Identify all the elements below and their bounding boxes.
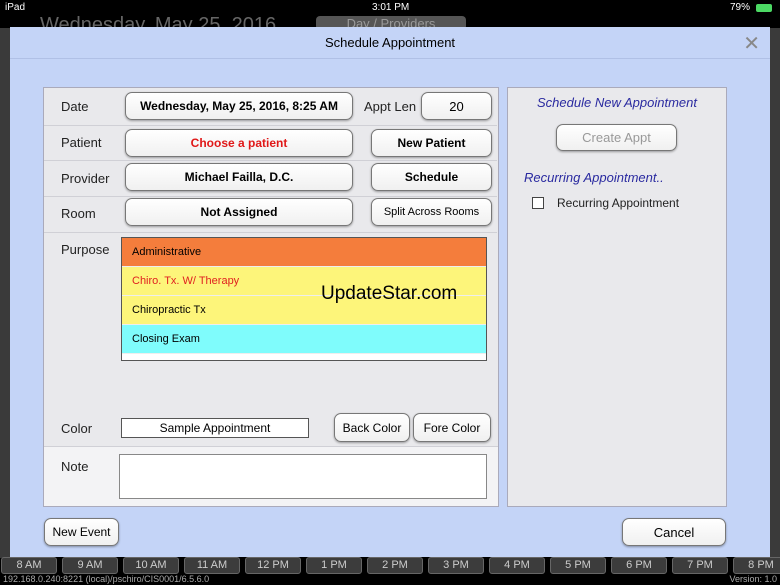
close-icon[interactable]: ✕	[743, 31, 760, 56]
split-rooms-button[interactable]: Split Across Rooms	[371, 198, 492, 226]
battery-icon	[756, 4, 772, 12]
recurring-checkbox[interactable]	[532, 197, 544, 209]
time-slot-button[interactable]: 11 AM	[184, 557, 240, 574]
battery-percent: 79%	[730, 2, 751, 13]
time-slot-button[interactable]: 9 AM	[62, 557, 118, 574]
room-button[interactable]: Not Assigned	[125, 198, 353, 226]
provider-button[interactable]: Michael Failla, D.C.	[125, 163, 353, 191]
appt-len-button[interactable]: 20	[421, 92, 492, 120]
new-event-button[interactable]: New Event	[44, 518, 119, 546]
create-appt-button[interactable]: Create Appt	[556, 124, 677, 151]
connection-info: 192.168.0.240:8221 (local)/pschiro/CIS00…	[3, 574, 210, 584]
left-edge	[0, 28, 10, 558]
cancel-button[interactable]: Cancel	[622, 518, 726, 546]
app-date: Wednesday, May 25, 2016	[40, 14, 277, 28]
time-slot-button[interactable]: 6 PM	[611, 557, 667, 574]
schedule-appointment-dialog: Schedule Appointment ✕ Date Wednesday, M…	[10, 27, 770, 557]
time-slot-button[interactable]: 10 AM	[123, 557, 179, 574]
date-label: Date	[61, 99, 89, 114]
schedule-new-heading: Schedule New Appointment	[537, 95, 697, 110]
time-slot-button[interactable]: 8 AM	[1, 557, 57, 574]
recurring-heading: Recurring Appointment..	[524, 170, 664, 185]
dialog-title: Schedule Appointment	[10, 27, 770, 59]
note-input[interactable]	[119, 454, 487, 499]
time-slot-button[interactable]: 1 PM	[306, 557, 362, 574]
purpose-item[interactable]: Administrative	[122, 238, 486, 267]
note-label: Note	[61, 459, 89, 474]
time-slot-button[interactable]: 3 PM	[428, 557, 484, 574]
recurring-checkbox-label: Recurring Appointment	[557, 196, 680, 210]
patient-label: Patient	[61, 135, 102, 150]
time-slot-button[interactable]: 2 PM	[367, 557, 423, 574]
time-slot-button[interactable]: 5 PM	[550, 557, 606, 574]
room-label: Room	[61, 206, 96, 221]
new-patient-button[interactable]: New Patient	[371, 129, 492, 157]
purpose-label: Purpose	[61, 242, 110, 257]
divider	[44, 196, 497, 197]
color-sample: Sample Appointment	[121, 418, 309, 438]
time-slot-button[interactable]: 12 PM	[245, 557, 301, 574]
color-label: Color	[61, 421, 93, 436]
device-name: iPad	[5, 2, 26, 13]
divider	[44, 160, 497, 161]
clock: 3:01 PM	[372, 2, 410, 13]
choose-patient-button[interactable]: Choose a patient	[125, 129, 353, 157]
time-slot-button[interactable]: 7 PM	[672, 557, 728, 574]
divider	[44, 125, 497, 126]
time-slot-button[interactable]: 8 PM	[733, 557, 780, 574]
fore-color-button[interactable]: Fore Color	[413, 413, 491, 442]
version-label: Version: 1.0	[729, 574, 777, 584]
divider	[44, 232, 497, 233]
date-button[interactable]: Wednesday, May 25, 2016, 8:25 AM	[125, 92, 353, 120]
time-slot-button[interactable]: 4 PM	[489, 557, 545, 574]
right-edge	[770, 28, 780, 558]
watermark: UpdateStar.com	[321, 283, 458, 304]
appt-len-label: Appt Len	[364, 99, 417, 114]
schedule-button[interactable]: Schedule	[371, 163, 492, 191]
provider-label: Provider	[61, 171, 110, 186]
back-color-button[interactable]: Back Color	[334, 413, 410, 442]
app-bar: Wednesday, May 25, 2016 Day / Providers	[0, 14, 780, 28]
purpose-item[interactable]: Closing Exam	[122, 325, 486, 354]
